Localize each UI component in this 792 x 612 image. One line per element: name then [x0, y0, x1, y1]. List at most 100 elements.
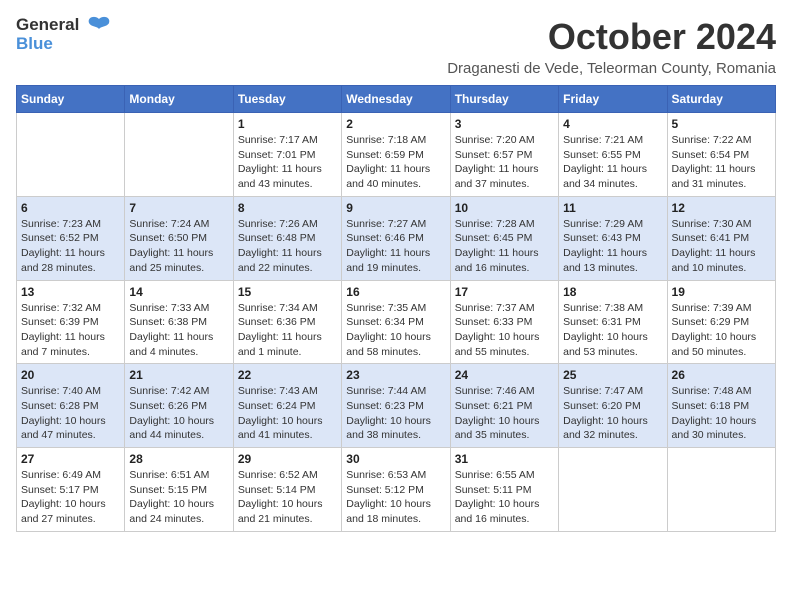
calendar-cell: [667, 448, 775, 532]
day-number: 11: [563, 201, 662, 215]
day-info: Sunrise: 7:42 AM Sunset: 6:26 PM Dayligh…: [129, 384, 228, 443]
day-info: Sunrise: 7:24 AM Sunset: 6:50 PM Dayligh…: [129, 217, 228, 276]
calendar-cell: 25 Sunrise: 7:47 AM Sunset: 6:20 PM Dayli…: [559, 364, 667, 448]
calendar-cell: 13 Sunrise: 7:32 AM Sunset: 6:39 PM Dayli…: [17, 280, 125, 364]
day-info: Sunrise: 7:21 AM Sunset: 6:55 PM Dayligh…: [563, 133, 662, 192]
day-number: 6: [21, 201, 120, 215]
day-info: Sunrise: 7:23 AM Sunset: 6:52 PM Dayligh…: [21, 217, 120, 276]
day-number: 27: [21, 452, 120, 466]
calendar-cell: 19 Sunrise: 7:39 AM Sunset: 6:29 PM Dayli…: [667, 280, 775, 364]
day-info: Sunrise: 7:22 AM Sunset: 6:54 PM Dayligh…: [672, 133, 771, 192]
day-info: Sunrise: 7:44 AM Sunset: 6:23 PM Dayligh…: [346, 384, 445, 443]
calendar-cell: 21Sunrise: 7:42 AM Sunset: 6:26 PM Dayli…: [125, 364, 233, 448]
calendar-cell: 6 Sunrise: 7:23 AM Sunset: 6:52 PM Daylig…: [17, 196, 125, 280]
logo-bird-icon: [85, 13, 113, 48]
day-info: Sunrise: 7:29 AM Sunset: 6:43 PM Dayligh…: [563, 217, 662, 276]
calendar-cell: 20Sunrise: 7:40 AM Sunset: 6:28 PM Dayli…: [17, 364, 125, 448]
day-number: 22: [238, 368, 337, 382]
location-subtitle: Draganesti de Vede, Teleorman County, Ro…: [447, 60, 776, 77]
week-row-3: 13 Sunrise: 7:32 AM Sunset: 6:39 PM Dayli…: [17, 280, 776, 364]
day-number: 9: [346, 201, 445, 215]
day-info: Sunrise: 7:26 AM Sunset: 6:48 PM Dayligh…: [238, 217, 337, 276]
calendar-cell: 10 Sunrise: 7:28 AM Sunset: 6:45 PM Dayli…: [450, 196, 558, 280]
calendar-cell: 18Sunrise: 7:38 AM Sunset: 6:31 PM Dayli…: [559, 280, 667, 364]
day-number: 25: [563, 368, 662, 382]
day-info: Sunrise: 7:27 AM Sunset: 6:46 PM Dayligh…: [346, 217, 445, 276]
day-info: Sunrise: 7:32 AM Sunset: 6:39 PM Dayligh…: [21, 301, 120, 360]
calendar-table: SundayMondayTuesdayWednesdayThursdayFrid…: [16, 85, 776, 532]
day-info: Sunrise: 6:55 AM Sunset: 5:11 PM Dayligh…: [455, 468, 554, 527]
day-number: 8: [238, 201, 337, 215]
calendar-cell: 16Sunrise: 7:35 AM Sunset: 6:34 PM Dayli…: [342, 280, 450, 364]
day-info: Sunrise: 6:52 AM Sunset: 5:14 PM Dayligh…: [238, 468, 337, 527]
logo-general: General: [16, 16, 79, 35]
day-info: Sunrise: 6:51 AM Sunset: 5:15 PM Dayligh…: [129, 468, 228, 527]
day-number: 2: [346, 117, 445, 131]
day-number: 13: [21, 285, 120, 299]
day-info: Sunrise: 7:20 AM Sunset: 6:57 PM Dayligh…: [455, 133, 554, 192]
calendar-cell: [125, 113, 233, 197]
calendar-cell: 8 Sunrise: 7:26 AM Sunset: 6:48 PM Daylig…: [233, 196, 341, 280]
day-info: Sunrise: 7:43 AM Sunset: 6:24 PM Dayligh…: [238, 384, 337, 443]
day-number: 5: [672, 117, 771, 131]
title-section: October 2024 Draganesti de Vede, Teleorm…: [447, 16, 776, 77]
day-info: Sunrise: 7:38 AM Sunset: 6:31 PM Dayligh…: [563, 301, 662, 360]
day-header-friday: Friday: [559, 86, 667, 113]
day-number: 10: [455, 201, 554, 215]
week-row-5: 27 Sunrise: 6:49 AM Sunset: 5:17 PM Dayli…: [17, 448, 776, 532]
calendar-cell: 3 Sunrise: 7:20 AM Sunset: 6:57 PM Daylig…: [450, 113, 558, 197]
day-info: Sunrise: 7:30 AM Sunset: 6:41 PM Dayligh…: [672, 217, 771, 276]
week-row-4: 20Sunrise: 7:40 AM Sunset: 6:28 PM Dayli…: [17, 364, 776, 448]
calendar-cell: 22 Sunrise: 7:43 AM Sunset: 6:24 PM Dayli…: [233, 364, 341, 448]
day-header-thursday: Thursday: [450, 86, 558, 113]
day-header-saturday: Saturday: [667, 86, 775, 113]
calendar-cell: 15Sunrise: 7:34 AM Sunset: 6:36 PM Dayli…: [233, 280, 341, 364]
day-number: 31: [455, 452, 554, 466]
day-info: Sunrise: 7:35 AM Sunset: 6:34 PM Dayligh…: [346, 301, 445, 360]
day-number: 20: [21, 368, 120, 382]
day-info: Sunrise: 6:53 AM Sunset: 5:12 PM Dayligh…: [346, 468, 445, 527]
logo: General Blue: [16, 16, 113, 53]
day-info: Sunrise: 7:46 AM Sunset: 6:21 PM Dayligh…: [455, 384, 554, 443]
calendar-cell: 31 Sunrise: 6:55 AM Sunset: 5:11 PM Dayli…: [450, 448, 558, 532]
calendar-cell: 27 Sunrise: 6:49 AM Sunset: 5:17 PM Dayli…: [17, 448, 125, 532]
day-info: Sunrise: 7:17 AM Sunset: 7:01 PM Dayligh…: [238, 133, 337, 192]
day-number: 3: [455, 117, 554, 131]
day-info: Sunrise: 7:47 AM Sunset: 6:20 PM Dayligh…: [563, 384, 662, 443]
day-number: 14: [129, 285, 228, 299]
day-info: Sunrise: 6:49 AM Sunset: 5:17 PM Dayligh…: [21, 468, 120, 527]
day-number: 24: [455, 368, 554, 382]
day-number: 29: [238, 452, 337, 466]
header-row: SundayMondayTuesdayWednesdayThursdayFrid…: [17, 86, 776, 113]
header: General Blue October 2024 Draganesti de …: [16, 16, 776, 77]
calendar-cell: 12 Sunrise: 7:30 AM Sunset: 6:41 PM Dayli…: [667, 196, 775, 280]
day-info: Sunrise: 7:33 AM Sunset: 6:38 PM Dayligh…: [129, 301, 228, 360]
day-number: 17: [455, 285, 554, 299]
day-number: 4: [563, 117, 662, 131]
day-info: Sunrise: 7:39 AM Sunset: 6:29 PM Dayligh…: [672, 301, 771, 360]
day-header-sunday: Sunday: [17, 86, 125, 113]
calendar-cell: [559, 448, 667, 532]
day-number: 23: [346, 368, 445, 382]
calendar-cell: 2 Sunrise: 7:18 AM Sunset: 6:59 PM Daylig…: [342, 113, 450, 197]
day-number: 19: [672, 285, 771, 299]
day-number: 7: [129, 201, 228, 215]
week-row-1: 1Sunrise: 7:17 AM Sunset: 7:01 PM Daylig…: [17, 113, 776, 197]
calendar-cell: 5 Sunrise: 7:22 AM Sunset: 6:54 PM Daylig…: [667, 113, 775, 197]
day-header-tuesday: Tuesday: [233, 86, 341, 113]
day-info: Sunrise: 7:28 AM Sunset: 6:45 PM Dayligh…: [455, 217, 554, 276]
day-info: Sunrise: 7:48 AM Sunset: 6:18 PM Dayligh…: [672, 384, 771, 443]
day-number: 28: [129, 452, 228, 466]
calendar-cell: 30Sunrise: 6:53 AM Sunset: 5:12 PM Dayli…: [342, 448, 450, 532]
calendar-cell: 26 Sunrise: 7:48 AM Sunset: 6:18 PM Dayli…: [667, 364, 775, 448]
calendar-cell: 29 Sunrise: 6:52 AM Sunset: 5:14 PM Dayli…: [233, 448, 341, 532]
day-number: 12: [672, 201, 771, 215]
day-header-monday: Monday: [125, 86, 233, 113]
day-info: Sunrise: 7:18 AM Sunset: 6:59 PM Dayligh…: [346, 133, 445, 192]
calendar-cell: 9 Sunrise: 7:27 AM Sunset: 6:46 PM Daylig…: [342, 196, 450, 280]
calendar-cell: 7 Sunrise: 7:24 AM Sunset: 6:50 PM Daylig…: [125, 196, 233, 280]
week-row-2: 6 Sunrise: 7:23 AM Sunset: 6:52 PM Daylig…: [17, 196, 776, 280]
day-number: 26: [672, 368, 771, 382]
calendar-cell: 23 Sunrise: 7:44 AM Sunset: 6:23 PM Dayli…: [342, 364, 450, 448]
day-header-wednesday: Wednesday: [342, 86, 450, 113]
